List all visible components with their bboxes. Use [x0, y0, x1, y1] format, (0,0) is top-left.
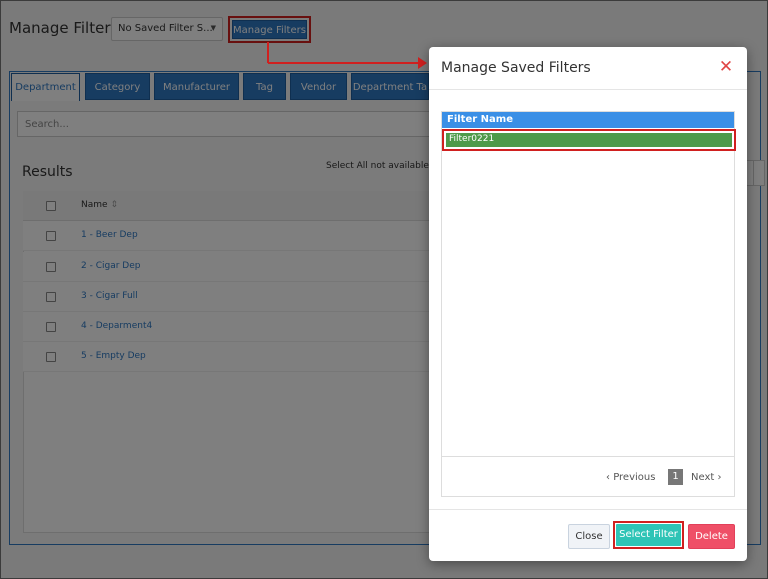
- chevron-right-icon: ›: [717, 472, 722, 483]
- list-item[interactable]: Filter0221: [446, 133, 732, 147]
- annotation-arrow: [267, 42, 269, 63]
- chevron-left-icon: ‹: [606, 472, 610, 483]
- selected-row-highlight: Filter0221: [442, 129, 736, 151]
- pagination-previous[interactable]: ‹ Previous: [606, 472, 655, 483]
- modal-title: Manage Saved Filters: [441, 60, 591, 76]
- filter-name-header: Filter Name: [442, 112, 734, 128]
- saved-filters-list: Filter Name Filter0221 ‹ Previous 1 Next…: [441, 111, 736, 497]
- manage-saved-filters-modal: Manage Saved Filters ✕ Filter Name Filte…: [429, 47, 747, 561]
- delete-button[interactable]: Delete: [688, 524, 735, 549]
- annotation-arrow: [268, 62, 418, 64]
- modal-header: Manage Saved Filters ✕: [429, 47, 747, 90]
- pagination: ‹ Previous 1 Next ›: [442, 456, 734, 497]
- select-filter-button[interactable]: Select Filter: [616, 524, 681, 546]
- close-button[interactable]: Close: [568, 524, 610, 549]
- pagination-page[interactable]: 1: [668, 469, 683, 485]
- modal-footer: Close Select Filter Delete: [429, 509, 747, 561]
- previous-label: Previous: [613, 472, 656, 483]
- pagination-next[interactable]: Next ›: [691, 472, 721, 483]
- next-label: Next: [691, 472, 715, 483]
- close-icon[interactable]: ✕: [717, 58, 735, 76]
- select-filter-highlight: Select Filter: [613, 521, 684, 549]
- arrow-head-icon: [418, 57, 427, 69]
